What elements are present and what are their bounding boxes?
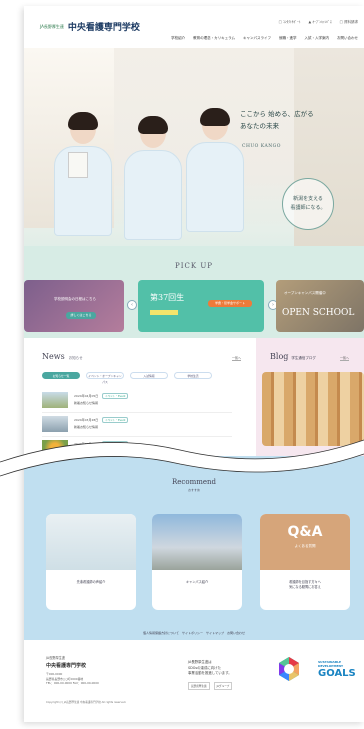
page: JA長野厚生連 中央看護専門学校 □ ｺﾝﾀｸﾄｻﾎﾟｰﾄ ▲ ｵｰﾌﾟﾝｷｬﾝ… <box>24 6 364 722</box>
highlight-bar <box>150 310 178 315</box>
partner-logo[interactable]: 長野県厚生連 <box>188 682 210 690</box>
partner-logo[interactable]: JAグループ <box>213 682 233 690</box>
pickup-card-briefing[interactable]: 学校説明会の日程はこちら 詳しくはこちら <box>24 280 124 332</box>
recommend-card-label: 看護師を目指す方々へ 気になる疑問にお答え <box>289 580 321 589</box>
footer-school-name: 中央看護専門学校 <box>46 663 87 669</box>
qa-subtitle: よくある質問 <box>294 544 316 548</box>
pickup-section: PICK UP 学校説明会の日程はこちら 詳しくはこちら ‹ 第37回生 学費・… <box>24 246 364 338</box>
tab-event[interactable]: イベント・オープンキャンパス <box>86 372 124 384</box>
hero-badge: 新潟を支える 看護師になる。 <box>282 178 334 230</box>
hero-copy-line2: あなたの未来 <box>240 122 279 130</box>
sdgs-goals-logo: SUSTAINABLE DEVELOPMENT GOALS <box>318 660 356 679</box>
global-nav: 学校紹介 教育の理念・カリキュラム キャンパスライフ 就職・進学 入試・入学案内… <box>171 36 358 41</box>
recommend-subtitle: おすすめ <box>187 488 200 492</box>
gnav-item-education[interactable]: 教育の理念・カリキュラム <box>193 36 235 41</box>
goals-big: GOALS <box>318 668 356 679</box>
footer-org: JA長野厚生連 <box>46 656 66 660</box>
sdgs-wheel-icon <box>279 657 299 681</box>
news-date: 2024年03月28日 <box>74 418 99 422</box>
gnav-item-campus[interactable]: キャンパスライフ <box>243 36 271 41</box>
footer-copyright: Copyright (c) JA長野厚生連 中央看護専門学校 All right… <box>46 701 127 704</box>
footer-address: 〒000-0000 長野県長野市○○町0000番地 TEL：000-00-000… <box>46 672 99 686</box>
news-title: News <box>42 352 65 361</box>
brand-name: 中央看護専門学校 <box>67 23 140 33</box>
pickup-title: PICK UP <box>175 262 213 270</box>
pickup-card-headline: OPEN SCHOOL <box>282 308 355 318</box>
pickup-detail-button[interactable]: 詳しくはこちら <box>66 312 96 319</box>
pickup-card-text: オープンキャンパス開催中 <box>284 291 326 295</box>
tab-school-life[interactable]: 学校生活 <box>174 372 212 379</box>
campus-photo <box>152 514 242 570</box>
pickup-support-button[interactable]: 学費・奨学金サポート <box>208 300 252 307</box>
news-more-link[interactable]: 一覧へ <box>232 356 242 361</box>
pickup-card-support[interactable]: 第37回生 学費・奨学金サポート <box>138 280 264 332</box>
gnav-item-admission[interactable]: 入試・入学案内 <box>305 36 330 41</box>
brand-logo[interactable]: JA長野厚生連 中央看護専門学校 <box>40 20 140 33</box>
news-heading: News お知らせ <box>42 352 83 361</box>
utility-nav: □ ｺﾝﾀｸﾄｻﾎﾟｰﾄ ▲ ｵｰﾌﾟﾝｷｬﾝﾊﾟｽ □ 資料請求 <box>279 20 358 25</box>
blog-title-sub: 学生通信ブログ <box>291 356 316 360</box>
blog-heading: Blog 学生通信ブログ <box>270 352 316 361</box>
gnav-item-about[interactable]: 学校紹介 <box>171 36 185 41</box>
pickup-card-headline: 第37回生 <box>150 293 185 302</box>
pickup-card-text: 学校説明会の日程はこちら <box>54 297 96 301</box>
sdgs-line: 事業活動を推進しています。 <box>188 671 232 675</box>
qa-headline: Q&A <box>287 524 323 540</box>
hero-badge-line1: 新潟を支える <box>293 196 323 202</box>
util-link-request[interactable]: □ 資料請求 <box>340 20 358 25</box>
hero-section: ここから 始める、広がる あなたの未来 CHUO KANGO 新潟を支える 看護… <box>24 48 364 276</box>
util-link-contact[interactable]: □ ｺﾝﾀｸﾄｻﾎﾟｰﾄ <box>279 20 301 25</box>
qa-banner: Q&A よくある質問 <box>260 514 350 570</box>
news-text: 新着お知らせ情報 <box>74 401 98 405</box>
recommend-card-campus[interactable]: キャンパス紹介 <box>152 514 242 610</box>
recommend-card-voices[interactable]: 先輩看護師の声紹介 <box>46 514 136 610</box>
hero-subtitle: CHUO KANGO <box>242 144 281 149</box>
util-link-opencampus[interactable]: ▲ ｵｰﾌﾟﾝｷｬﾝﾊﾟｽ <box>309 20 332 25</box>
pickup-card-openschool[interactable]: オープンキャンパス開催中 OPEN SCHOOL <box>276 280 364 332</box>
gnav-item-contact[interactable]: お問い合わせ <box>337 36 358 41</box>
clipboard-image <box>68 152 88 178</box>
divider <box>42 412 232 413</box>
hero-student-photo <box>186 108 244 232</box>
footer-address-line: TEL：000-00-0000 FAX：000-00-0000 <box>46 681 99 685</box>
brand-org: JA長野厚生連 <box>40 23 64 29</box>
news-title-sub: お知らせ <box>68 356 83 360</box>
hero-catchcopy: ここから 始める、広がる あなたの未来 <box>240 108 314 132</box>
tab-admission[interactable]: 入試情報 <box>130 372 168 379</box>
hero-student-photo <box>124 116 182 240</box>
blog-title: Blog <box>270 352 289 361</box>
news-text: 新着お知らせ情報 <box>74 425 98 429</box>
chevron-left-icon[interactable]: ‹ <box>127 300 137 310</box>
footer-links[interactable]: 個人情報保護方針について サイトポリシー サイトマップ お問い合わせ <box>24 626 364 640</box>
news-thumbnail <box>42 416 68 432</box>
news-thumbnail <box>42 392 68 408</box>
footer-partner-logos: 長野県厚生連 JAグループ <box>188 682 233 690</box>
list-item[interactable]: 2024年04月05日 イベント・Event 新着お知らせ情報 <box>42 392 232 413</box>
gnav-item-career[interactable]: 就職・進学 <box>279 36 297 41</box>
recommend-card-qa[interactable]: Q&A よくある質問 看護師を目指す方々へ 気になる疑問にお答え <box>260 514 350 610</box>
recommend-card-label: キャンパス紹介 <box>185 580 209 584</box>
news-date: 2024年04月05日 <box>74 394 99 398</box>
news-tabs: お知らせ一覧 イベント・オープンキャンパス 入試情報 学校生活 <box>42 372 212 384</box>
nurses-photo <box>46 514 136 570</box>
news-category-badge: イベント・Event <box>102 393 129 399</box>
blog-more-link[interactable]: 一覧へ <box>340 356 350 361</box>
tab-all[interactable]: お知らせ一覧 <box>42 372 80 379</box>
news-category-badge: イベント・Event <box>102 417 129 423</box>
site-header: JA長野厚生連 中央看護専門学校 □ ｺﾝﾀｸﾄｻﾎﾟｰﾄ ▲ ｵｰﾌﾟﾝｷｬﾝ… <box>24 6 364 48</box>
hero-badge-line2: 看護師になる。 <box>290 205 326 211</box>
recommend-card-label: 先輩看護師の声紹介 <box>76 580 106 584</box>
page-break-wave <box>0 439 364 477</box>
footer-sdgs-text: JA長野厚生連は SDGsの達成に向けた 事業活動を推進しています。 <box>188 660 232 677</box>
hero-copy-line1: ここから 始める、広がる <box>240 110 314 118</box>
site-footer: JA長野厚生連 中央看護専門学校 〒000-0000 長野県長野市○○町0000… <box>24 640 364 722</box>
